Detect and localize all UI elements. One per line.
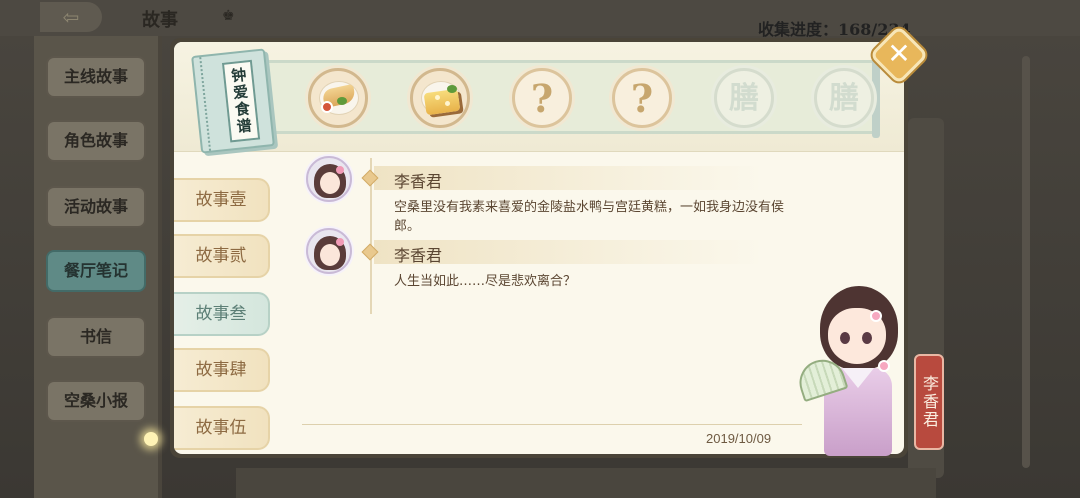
tab-story-2[interactable]: 故事贰	[174, 234, 270, 278]
sidebar-item-main-story[interactable]: 主线故事	[46, 56, 146, 98]
back-button[interactable]: ⇦	[40, 2, 102, 32]
sidebar-item-letters[interactable]: 书信	[46, 316, 146, 358]
tab-story-4[interactable]: 故事肆	[174, 348, 270, 392]
character-name-tag: 李香君	[914, 354, 944, 450]
recipe-book-icon: 钟爱食谱	[191, 48, 275, 154]
top-bar: ⇦ 故事 ♚ 收集进度：168/234	[0, 0, 1080, 39]
scrollbar[interactable]	[1022, 56, 1030, 468]
character-portrait	[793, 286, 916, 456]
divider	[302, 424, 802, 425]
avatar	[306, 228, 352, 274]
locked-dish-icon[interactable]: 膳	[814, 68, 874, 128]
sidebar-item-character-story[interactable]: 角色故事	[46, 120, 146, 162]
favorite-recipes-band: ? ? 膳 膳	[174, 42, 904, 152]
question-mark-icon[interactable]: ?	[512, 68, 572, 128]
background-footer	[236, 468, 936, 498]
page-title: 故事	[142, 10, 178, 31]
locked-dish-icon[interactable]: 膳	[714, 68, 774, 128]
sidebar-item-restaurant-notes[interactable]: 餐厅笔记	[46, 250, 146, 292]
tab-story-3[interactable]: 故事叁	[174, 292, 270, 336]
dialogue-line: 人生当如此……尽是悲欢离合？	[394, 274, 577, 289]
dialogue-line: 空桑里没有我素来喜爱的金陵盐水鸭与宫廷黄糕，一如我身边没有侯郎。	[394, 200, 785, 234]
crown-icon: ♚	[222, 8, 235, 24]
story-date: 2019/10/09	[706, 431, 772, 446]
lantern-icon	[144, 432, 158, 446]
sidebar-item-event-story[interactable]: 活动故事	[46, 186, 146, 228]
dish-cake-icon[interactable]	[410, 68, 470, 128]
modal-panel: ? ? 膳 膳 钟爱食谱 故事壹 故事贰 故事叁 故事肆 故事伍 李香君 空桑里…	[174, 42, 904, 454]
close-icon[interactable]: ✕	[878, 33, 920, 75]
question-mark-icon[interactable]: ?	[612, 68, 672, 128]
sidebar-item-newsletter[interactable]: 空桑小报	[46, 380, 146, 422]
speaker-name: 李香君	[394, 172, 443, 191]
avatar	[306, 156, 352, 202]
speaker-name: 李香君	[394, 246, 443, 265]
tab-story-1[interactable]: 故事壹	[174, 178, 270, 222]
favorite-recipes-label: 钟爱食谱	[221, 59, 261, 143]
tab-story-5[interactable]: 故事伍	[174, 406, 270, 450]
dish-duck-icon[interactable]	[308, 68, 368, 128]
